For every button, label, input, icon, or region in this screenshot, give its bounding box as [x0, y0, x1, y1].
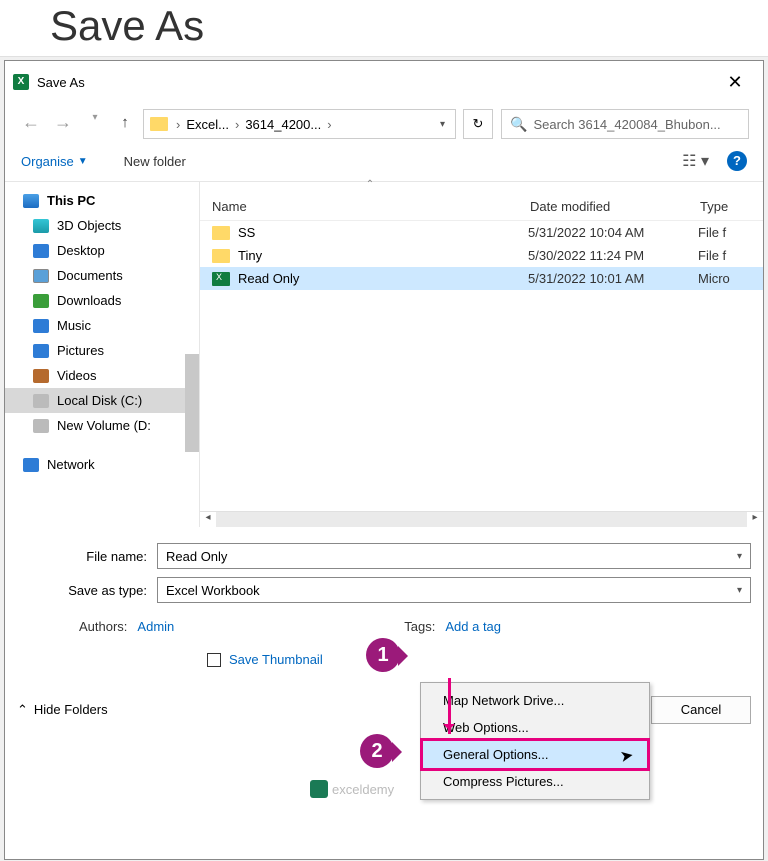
menu-general-options[interactable]: General Options...: [423, 741, 647, 768]
sidebar-this-pc[interactable]: This PC: [5, 188, 199, 213]
new-folder-button[interactable]: New folder: [124, 154, 186, 169]
chevron-down-icon[interactable]: ▾: [737, 551, 742, 562]
sidebar: This PC 3D Objects Desktop Documents Dow…: [5, 182, 200, 527]
help-button[interactable]: ?: [727, 151, 747, 171]
authors-label: Authors:: [79, 619, 127, 634]
disk-icon: [33, 394, 49, 408]
refresh-button[interactable]: ↻: [463, 109, 493, 139]
watermark-logo-icon: [310, 780, 328, 798]
menu-map-network-drive[interactable]: Map Network Drive...: [423, 687, 647, 714]
savetype-select[interactable]: Excel Workbook▾: [157, 577, 751, 603]
chevron-down-icon: ▼: [78, 156, 88, 167]
filename-label: File name:: [17, 549, 157, 564]
3d-objects-icon: [33, 219, 49, 233]
sidebar-item[interactable]: Documents: [5, 263, 199, 288]
forward-button[interactable]: →: [51, 112, 75, 136]
desktop-icon: [33, 244, 49, 258]
documents-icon: [33, 269, 49, 283]
file-list-header: Name Date modified Type: [200, 193, 763, 221]
tools-dropdown-menu: Map Network Drive... Web Options... Gene…: [420, 682, 650, 800]
file-row[interactable]: Tiny 5/30/2022 11:24 PM File f: [200, 244, 763, 267]
toolbar: Organise▼ New folder ☷ ▾ ?: [5, 145, 763, 181]
filename-input[interactable]: Read Only▾: [157, 543, 751, 569]
network-icon: [23, 458, 39, 472]
organise-button[interactable]: Organise▼: [21, 154, 88, 169]
back-button[interactable]: ←: [19, 112, 43, 136]
search-icon: 🔍: [510, 116, 527, 133]
sidebar-item[interactable]: Videos: [5, 363, 199, 388]
watermark: exceldemy: [310, 780, 394, 798]
videos-icon: [33, 369, 49, 383]
folder-icon: [150, 117, 168, 131]
search-input[interactable]: 🔍 Search 3614_420084_Bhubon...: [501, 109, 749, 139]
sidebar-item-local-disk[interactable]: Local Disk (C:): [5, 388, 199, 413]
tags-label: Tags:: [404, 619, 435, 634]
cancel-button[interactable]: Cancel: [651, 696, 751, 724]
close-button[interactable]: ✕: [715, 67, 755, 97]
address-bar[interactable]: › Excel... › 3614_4200... › ▾: [143, 109, 456, 139]
chevron-up-icon: ⌃: [17, 702, 28, 718]
column-type[interactable]: Type: [700, 199, 751, 214]
excel-file-icon: [212, 272, 230, 286]
authors-value[interactable]: Admin: [137, 619, 174, 634]
callout-1: 1: [366, 638, 400, 672]
menu-web-options[interactable]: Web Options...: [423, 714, 647, 741]
breadcrumb[interactable]: Excel...: [182, 117, 233, 132]
up-button[interactable]: ↑: [115, 114, 135, 134]
pc-icon: [23, 194, 39, 208]
file-row[interactable]: SS 5/31/2022 10:04 AM File f: [200, 221, 763, 244]
downloads-icon: [33, 294, 49, 308]
file-row-selected[interactable]: Read Only 5/31/2022 10:01 AM Micro: [200, 267, 763, 290]
hide-folders-button[interactable]: ⌃ Hide Folders: [17, 702, 108, 718]
annotation-arrow: [448, 678, 451, 734]
search-placeholder: Search 3614_420084_Bhubon...: [533, 117, 720, 132]
sort-indicator-icon: ⌃: [360, 179, 380, 190]
sidebar-item[interactable]: 3D Objects: [5, 213, 199, 238]
excel-icon: X: [13, 74, 29, 90]
music-icon: [33, 319, 49, 333]
sidebar-item[interactable]: Downloads: [5, 288, 199, 313]
address-dropdown-icon[interactable]: ▾: [436, 119, 449, 130]
folder-icon: [212, 226, 230, 240]
navigation-bar: ← → ▾ ↑ › Excel... › 3614_4200... › ▾ ↻ …: [5, 103, 763, 145]
menu-compress-pictures[interactable]: Compress Pictures...: [423, 768, 647, 795]
titlebar: X Save As ✕: [5, 61, 763, 103]
recent-dropdown-icon[interactable]: ▾: [83, 112, 107, 136]
sidebar-item[interactable]: Music: [5, 313, 199, 338]
page-heading: Save As: [0, 0, 768, 57]
column-name[interactable]: Name: [212, 199, 530, 214]
disk-icon: [33, 419, 49, 433]
sidebar-network[interactable]: Network: [5, 452, 199, 477]
view-button[interactable]: ☷ ▾: [682, 151, 709, 171]
column-date[interactable]: Date modified: [530, 199, 700, 214]
tags-value[interactable]: Add a tag: [445, 619, 501, 634]
sidebar-item[interactable]: Desktop: [5, 238, 199, 263]
sidebar-item[interactable]: New Volume (D:: [5, 413, 199, 438]
savetype-label: Save as type:: [17, 583, 157, 598]
horizontal-scrollbar[interactable]: ◂▸: [200, 511, 763, 527]
chevron-down-icon[interactable]: ▾: [737, 585, 742, 596]
breadcrumb[interactable]: 3614_4200...: [241, 117, 325, 132]
sidebar-scrollbar[interactable]: [185, 354, 199, 452]
dialog-title: Save As: [37, 75, 715, 90]
callout-2: 2: [360, 734, 394, 768]
save-thumbnail-label: Save Thumbnail: [229, 652, 323, 667]
sidebar-item[interactable]: Pictures: [5, 338, 199, 363]
folder-icon: [212, 249, 230, 263]
file-list: ⌃ Name Date modified Type SS 5/31/2022 1…: [200, 182, 763, 527]
pictures-icon: [33, 344, 49, 358]
save-thumbnail-checkbox[interactable]: [207, 653, 221, 667]
